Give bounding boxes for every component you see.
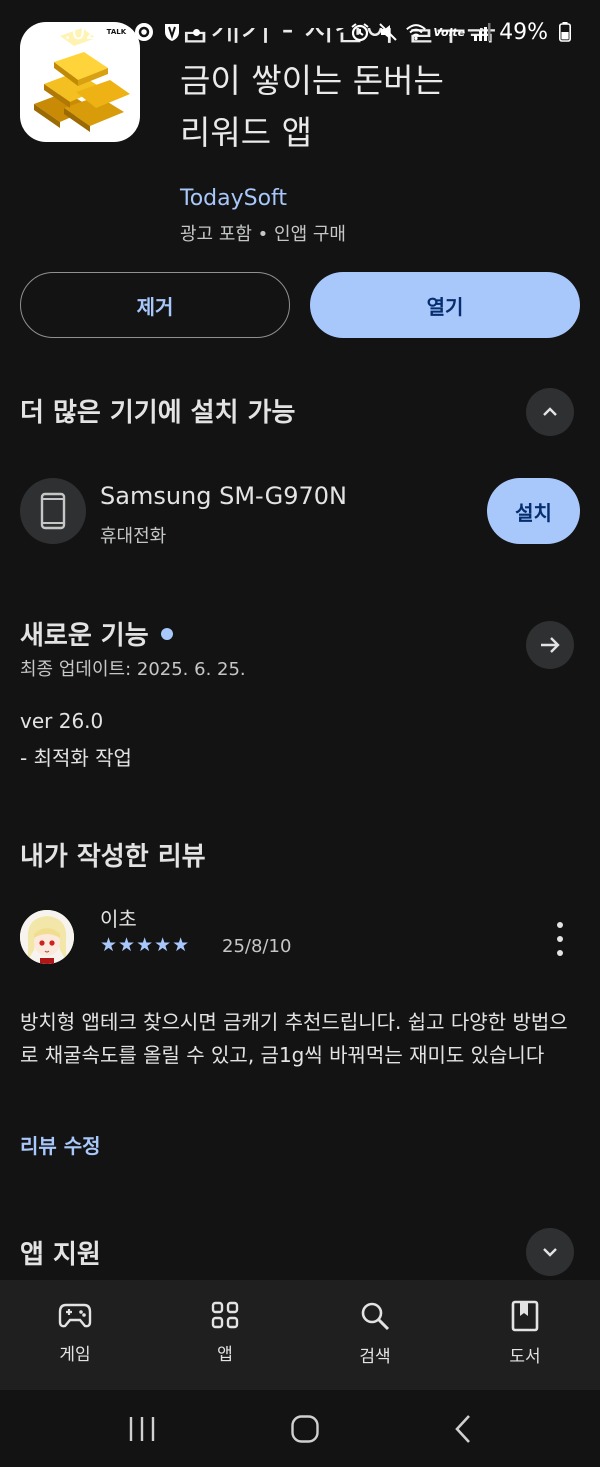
shield-icon: [161, 21, 183, 43]
app-meta: 광고 포함 • 인앱 구매: [180, 224, 346, 245]
new-indicator-dot: [160, 627, 173, 640]
kakaotalk-icon: TALK: [105, 21, 128, 43]
app-support-title: 앱 지원: [20, 1240, 101, 1270]
whats-new-title[interactable]: 새로운 기능: [20, 615, 173, 652]
talk-badge-text: TALK: [105, 23, 128, 41]
avatar: [20, 910, 74, 964]
remove-button[interactable]: 제거: [20, 272, 290, 338]
version-text: ver 26.0: [20, 709, 104, 733]
nav-search[interactable]: 검색: [300, 1280, 450, 1390]
review-date: 25/8/10: [222, 936, 292, 957]
nav-apps[interactable]: 앱: [150, 1280, 300, 1390]
recent-apps-icon[interactable]: [127, 1415, 157, 1443]
gamepad-icon: [58, 1303, 92, 1328]
bottom-navigation: 게임 앱 검색 도서: [0, 1280, 600, 1390]
phone-icon: [40, 492, 66, 530]
nav-games-label: 게임: [59, 1345, 91, 1365]
home-icon[interactable]: [290, 1414, 320, 1444]
collapse-button[interactable]: [526, 388, 574, 436]
notification-dot-icon: [193, 28, 201, 36]
device-name: Samsung SM-G970N: [100, 482, 347, 510]
app-title-line-3: 리워드 앱: [180, 113, 312, 152]
expand-button[interactable]: [526, 1228, 574, 1276]
edit-review-link[interactable]: 리뷰 수정: [20, 1130, 101, 1159]
more-options-icon[interactable]: [548, 922, 572, 956]
battery-percent: 49%: [499, 19, 548, 45]
nav-search-label: 검색: [359, 1347, 391, 1367]
whats-new-title-text: 새로운 기능: [20, 621, 149, 651]
apps-grid-icon: [211, 1301, 239, 1329]
search-icon: [361, 1302, 390, 1331]
battery-icon: [554, 21, 576, 43]
reviewer-name: 이초: [100, 907, 137, 931]
back-icon[interactable]: [453, 1414, 473, 1444]
system-navigation: [0, 1390, 600, 1467]
nav-apps-label: 앱: [217, 1345, 233, 1365]
device-type: 휴대전화: [100, 526, 167, 547]
whats-new-arrow-button[interactable]: [526, 621, 574, 669]
star-rating: ★★★★★: [100, 934, 191, 956]
status-time: 11:02: [36, 19, 100, 45]
wifi-icon: [405, 21, 427, 43]
nav-books[interactable]: 도서: [450, 1280, 600, 1390]
device-icon-wrap: [20, 478, 86, 544]
chevron-down-icon: [543, 1248, 557, 1257]
more-devices-title: 더 많은 기기에 설치 가능: [20, 398, 296, 428]
arrow-right-icon: [541, 637, 560, 653]
install-button[interactable]: 설치: [487, 478, 580, 544]
sync-icon: [133, 21, 155, 43]
chevron-up-icon: [543, 407, 557, 416]
book-icon: [511, 1300, 539, 1332]
developer-link[interactable]: TodaySoft: [180, 186, 287, 211]
volte-label: Volte: [433, 25, 466, 39]
nav-games[interactable]: 게임: [0, 1280, 150, 1390]
review-text: 방치형 앱테크 찾으시면 금캐기 추천드립니다. 쉽고 다양한 방법으로 채굴속…: [20, 1010, 568, 1067]
status-bar: 11:02 TALK Volte 49%: [0, 0, 600, 64]
nav-books-label: 도서: [509, 1347, 541, 1367]
my-review-title: 내가 작성한 리뷰: [20, 842, 206, 872]
release-notes: - 최적화 작업: [20, 746, 132, 770]
open-button[interactable]: 열기: [310, 272, 580, 338]
mute-icon: [377, 21, 399, 43]
alarm-icon: [349, 21, 371, 43]
signal-icon: [471, 21, 493, 43]
last-updated: 최종 업데이트: 2025. 6. 25.: [20, 659, 246, 680]
